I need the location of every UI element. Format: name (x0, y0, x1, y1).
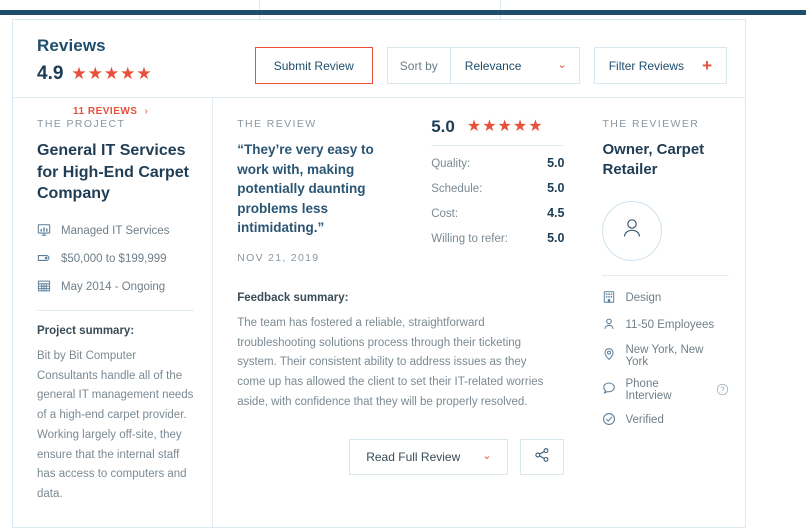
chevron-down-icon: ⌄ (557, 59, 567, 71)
reviewer-detail-item: New York, New York (602, 344, 729, 368)
project-meta-label: May 2014 - Ongoing (61, 281, 166, 294)
submit-review-button[interactable]: Submit Review (254, 47, 373, 84)
top-accent-bar (0, 10, 806, 15)
rating-value: 5.0 (547, 231, 565, 245)
chevron-down-icon: ⌄ (482, 450, 492, 463)
check-circle-icon (602, 412, 616, 429)
project-meta-item: Managed IT Services (37, 223, 194, 240)
speech-bubble-icon (602, 381, 616, 398)
sort-by-label: Sort by (388, 48, 451, 83)
rating-row: Cost: 4.5 (431, 206, 564, 220)
project-meta-list: Managed IT Services $50,000 to $199,999 (37, 223, 194, 296)
review-overall-rating: 5.0 ★★★★★ (431, 118, 564, 135)
reviews-count-label: 11 REVIEWS (73, 106, 138, 117)
reviews-card: Reviews 4.9 ★★★★★ 11 REVIEWS › Submit Re… (12, 19, 746, 528)
project-eyebrow: THE PROJECT (37, 118, 126, 130)
person-icon (602, 317, 616, 334)
plus-icon: + (702, 56, 712, 75)
review-overall-stars-icon: ★★★★★ (466, 117, 544, 135)
project-title: General IT Services for High-End Carpet … (37, 142, 189, 203)
project-summary-text: Bit by Bit Computer Consultants handle a… (37, 349, 194, 501)
share-button[interactable] (520, 438, 565, 475)
rating-row: Willing to refer: 5.0 (431, 231, 564, 245)
presentation-icon (37, 223, 51, 240)
chevron-right-icon: › (144, 106, 149, 117)
review-date: NOV 21, 2019 (237, 251, 320, 264)
sort-by-control: Sort by Relevance ⌄ (386, 47, 580, 84)
reviewer-detail-item: 11-50 Employees (602, 317, 729, 334)
feedback-summary-block: Feedback summary: The team has fostered … (237, 292, 549, 413)
project-divider (37, 309, 195, 311)
rating-label: Schedule: (431, 183, 483, 195)
review-quote-block: THE REVIEW “They’re very easy to work wi… (237, 118, 397, 264)
rating-value: 4.5 (547, 206, 565, 220)
review-actions: Read Full Review ⌄ (237, 438, 565, 475)
question-mark-circle-icon[interactable] (716, 383, 729, 396)
read-full-review-label: Read Full Review (366, 449, 461, 464)
project-meta-item: $50,000 to $199,999 (37, 251, 194, 268)
calendar-icon (37, 279, 51, 296)
project-meta-label: $50,000 to $199,999 (61, 253, 167, 266)
review-quote: “They’re very easy to work with, making … (237, 142, 374, 236)
reviewer-detail-label: Phone Interview (625, 377, 672, 402)
review-top: THE REVIEW “They’re very easy to work wi… (237, 118, 565, 264)
rating-label: Willing to refer: (431, 233, 508, 245)
reviewer-title: Owner, Carpet Retailer (602, 141, 705, 179)
reviewer-details-list: Design 11-50 Employees New York, New Yor… (602, 290, 729, 429)
rating-value: 5.0 (547, 156, 565, 170)
project-meta-item: May 2014 - Ongoing (37, 279, 194, 296)
filter-reviews-label: Filter Reviews (608, 58, 685, 73)
price-tag-icon (37, 251, 51, 268)
building-icon (602, 290, 616, 307)
header-actions: Submit Review Sort by Relevance ⌄ Filter… (254, 47, 727, 84)
ratings-divider (431, 145, 565, 146)
project-column: THE PROJECT General IT Services for High… (13, 98, 214, 527)
rating-row: Schedule: 5.0 (431, 181, 564, 195)
review-body: THE PROJECT General IT Services for High… (13, 98, 745, 527)
rating-row: Quality: 5.0 (431, 156, 564, 170)
read-full-review-button[interactable]: Read Full Review ⌄ (349, 438, 509, 475)
reviewer-detail-label: Verified (625, 414, 664, 426)
person-avatar-icon (619, 215, 645, 246)
reviews-header: Reviews 4.9 ★★★★★ 11 REVIEWS › Submit Re… (13, 20, 745, 117)
reviews-count-link[interactable]: 11 REVIEWS › (73, 106, 148, 117)
location-pin-icon (602, 347, 616, 364)
share-icon (534, 447, 550, 466)
reviewer-eyebrow: THE REVIEWER (602, 118, 700, 130)
reviewer-detail-item: Verified (602, 412, 729, 429)
review-eyebrow: THE REVIEW (237, 118, 317, 130)
review-column: THE REVIEW “They’re very easy to work wi… (213, 98, 586, 527)
overall-score: 4.9 (37, 63, 64, 84)
project-summary-heading: Project summary: (37, 324, 135, 337)
feedback-summary-heading: Feedback summary: (237, 291, 349, 304)
reviewer-column: THE REVIEWER Owner, Carpet Retailer Desi… (586, 98, 745, 527)
reviewer-divider (602, 274, 729, 276)
filter-reviews-button[interactable]: Filter Reviews + (593, 47, 727, 84)
project-meta-label: Managed IT Services (61, 225, 170, 238)
sort-by-select[interactable]: Relevance ⌄ (451, 48, 579, 83)
reviewer-detail-item: Design (602, 290, 729, 307)
sort-by-value: Relevance (464, 58, 522, 73)
review-overall-score: 5.0 (431, 117, 455, 136)
feedback-summary-text: The team has fostered a reliable, straig… (237, 316, 544, 408)
avatar (602, 200, 663, 261)
reviewer-detail-item: Phone Interview (602, 378, 729, 402)
rating-value: 5.0 (547, 181, 565, 195)
rating-label: Cost: (431, 208, 459, 220)
overall-stars-icon: ★★★★★ (71, 64, 153, 83)
reviewer-detail-label: Design (625, 292, 662, 304)
reviewer-detail-label: New York, New York (625, 343, 704, 368)
rating-label: Quality: (431, 158, 471, 170)
review-ratings-block: 5.0 ★★★★★ Quality: 5.0 Schedule: 5.0 Cos… (415, 118, 565, 264)
reviewer-detail-label: 11-50 Employees (625, 319, 715, 331)
